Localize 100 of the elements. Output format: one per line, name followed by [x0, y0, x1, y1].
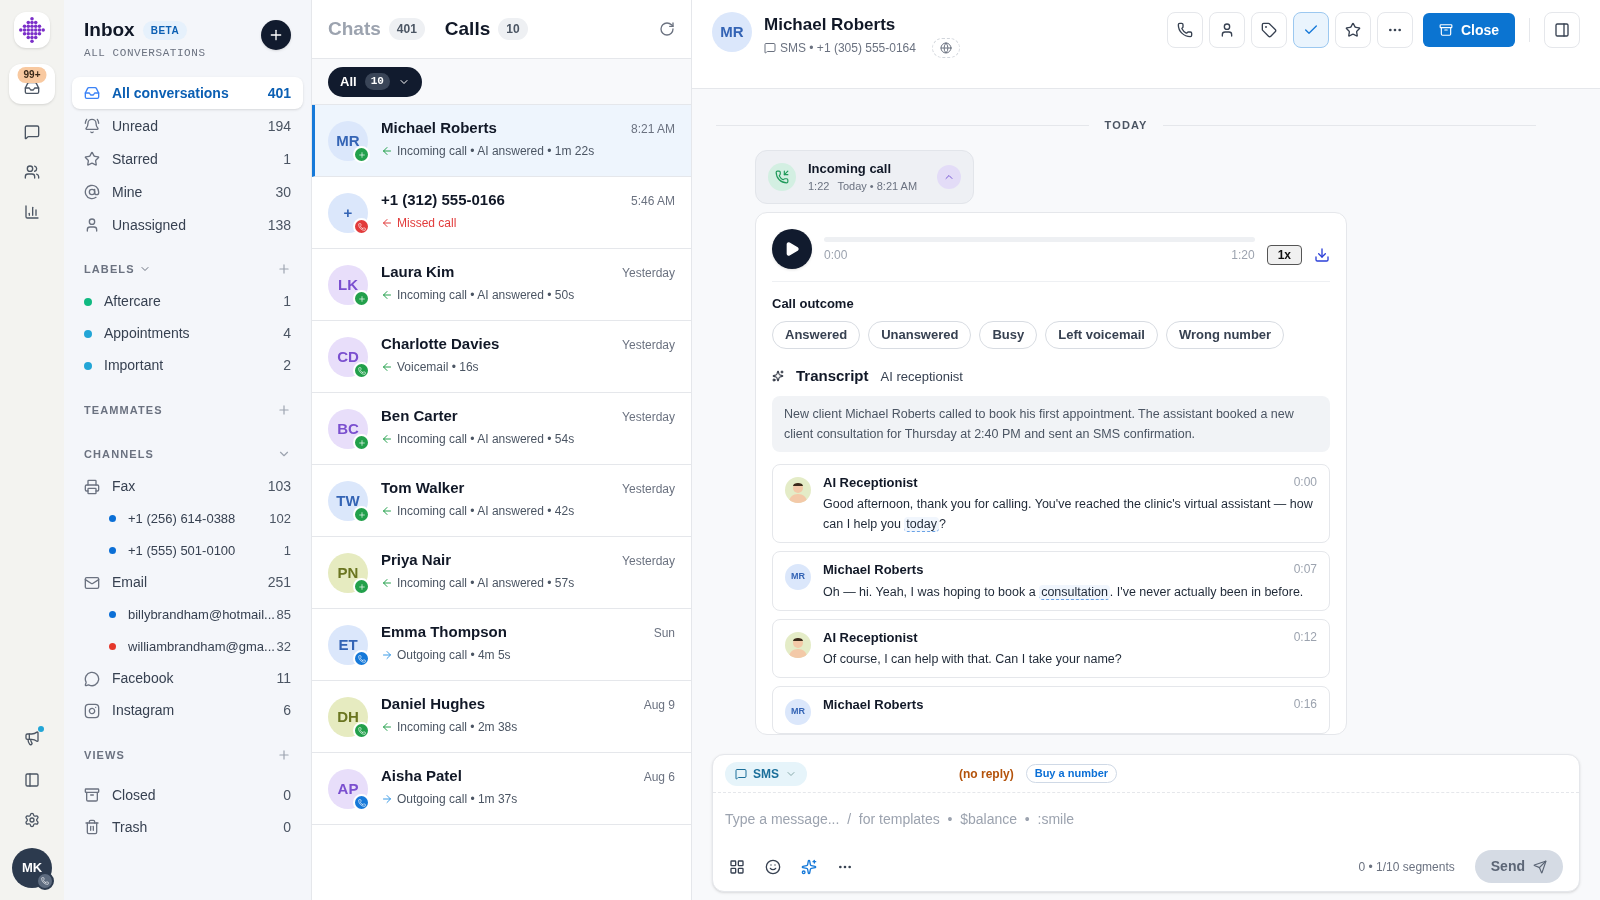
chat-icon[interactable]	[24, 124, 40, 140]
call-summary-text: New client Michael Roberts called to book his first appointment. The assistant booked a new client consultation for Thursday at 2:40 PM and sent an SMS confirmation.	[772, 395, 1330, 452]
send-button[interactable]: Send	[1474, 850, 1563, 883]
call-summary: Outgoing call • 1m 37s	[397, 790, 518, 808]
refresh-icon[interactable]	[659, 21, 675, 37]
channel-item[interactable]: Facebook 11	[72, 662, 303, 695]
call-date: Today • 8:21 AM	[837, 179, 918, 194]
beta-badge: BETA	[142, 20, 188, 40]
inbox-icon	[84, 85, 100, 101]
user-icon	[84, 217, 100, 233]
emoji-icon[interactable]	[765, 858, 781, 875]
channel-dropdown[interactable]: SMS	[725, 761, 807, 786]
sidebar-toggle-icon[interactable]	[24, 772, 40, 788]
phone-icon	[357, 654, 366, 663]
message-composer[interactable]: SMS (no reply) Buy a number Type a message... / for templates • $balance • :smile 0 • 1/10 segments Send	[712, 754, 1580, 892]
assistant-avatar	[785, 631, 811, 658]
contact-avatar: PN	[328, 553, 368, 593]
view-item[interactable]: Trash 0	[72, 811, 303, 843]
elapsed-time: 0:00	[824, 246, 848, 264]
phone-icon	[357, 798, 366, 807]
new-conversation-button[interactable]	[261, 20, 291, 50]
filter-dropdown[interactable]: All 10	[328, 66, 422, 97]
templates-icon[interactable]	[729, 858, 745, 875]
channel-account-item[interactable]: +1 (256) 614-0388 102	[72, 502, 303, 535]
contact-name: Emma Thompson	[381, 622, 507, 642]
call-summary: Missed call	[397, 214, 457, 232]
call-time: Aug 6	[643, 769, 675, 786]
contact-channel: SMS • +1 (305) 555-0164	[780, 39, 916, 57]
contact-name: Priya Nair	[381, 550, 452, 570]
call-summary: Voicemail • 16s	[397, 358, 479, 376]
contacts-icon[interactable]	[24, 164, 40, 180]
contact-avatar: CD	[328, 337, 368, 377]
incoming-arrow-icon	[381, 576, 393, 589]
messenger-icon	[84, 670, 100, 687]
nav-item[interactable]: Mine 30	[72, 176, 303, 208]
phone-icon	[357, 222, 366, 231]
contact-name: Laura Kim	[381, 262, 455, 282]
inbox-icon	[24, 80, 40, 96]
phone-icon	[1176, 22, 1193, 38]
list-tab[interactable]: Calls 10	[444, 14, 528, 44]
speaker-name: Michael Roberts	[823, 561, 924, 579]
unread-badge: 99+	[17, 67, 47, 83]
label-item[interactable]: Appointments 4	[72, 317, 303, 350]
list-tab[interactable]: Chats 401	[328, 14, 425, 44]
incoming-arrow-icon	[381, 432, 393, 445]
section-heading: TEAMMATES	[84, 402, 163, 418]
user-avatar[interactable]: MK	[12, 848, 52, 888]
plus-icon	[357, 582, 366, 591]
incoming-arrow-icon	[381, 720, 393, 733]
caller-avatar: MR	[785, 564, 811, 590]
contact-name: +1 (312) 555-0166	[381, 190, 505, 210]
transcript-source: AI receptionist	[880, 367, 963, 386]
contact-name: Michael Roberts	[764, 14, 897, 36]
call-summary: Incoming call • AI answered • 1m 22s	[397, 142, 595, 160]
nav-item[interactable]: Unread 194	[72, 110, 303, 142]
sidebar-subtitle: ALL CONVERSATIONS	[84, 45, 206, 61]
label-item[interactable]: Aftercare 1	[72, 285, 303, 318]
download-icon[interactable]	[1314, 246, 1330, 263]
phone-icon	[357, 726, 366, 735]
channel-account-item[interactable]: billybrandham@hotmail...85	[72, 598, 303, 631]
call-list-item[interactable]: MR Michael Roberts 8:21 AM Incoming call • AI answered • 1m 22s	[312, 105, 691, 177]
contact-avatar: MR	[712, 12, 752, 52]
chart-icon[interactable]	[24, 204, 40, 220]
message-time: 0:07	[1293, 561, 1317, 578]
archive-icon	[84, 787, 100, 803]
outgoing-arrow-icon	[381, 648, 393, 661]
announcement-button[interactable]	[22, 728, 42, 748]
channel-account-item[interactable]: +1 (555) 501-0100 1	[72, 534, 303, 567]
channel-item[interactable]: Instagram 6	[72, 694, 303, 727]
nav-item[interactable]: All conversations 401	[72, 77, 303, 109]
label-item[interactable]: Important 2	[72, 349, 303, 382]
incoming-arrow-icon	[381, 504, 393, 517]
call-duration: 1:22	[808, 179, 830, 194]
assistant-avatar	[785, 476, 811, 503]
channel-item[interactable]: Fax 103	[72, 470, 303, 503]
section-heading: LABELS	[84, 262, 135, 277]
nav-item[interactable]: Starred 1	[72, 143, 303, 175]
section-title: Call outcome	[772, 294, 855, 313]
close-button[interactable]: Close	[1422, 13, 1515, 47]
send-icon	[1533, 859, 1547, 874]
message-time: 0:00	[1293, 473, 1317, 491]
ai-assist-icon[interactable]	[801, 858, 817, 875]
inbox-rail-button[interactable]: 99+	[9, 64, 55, 104]
speed-button[interactable]: 1x	[1266, 244, 1302, 265]
message-input[interactable]: Type a message... / for templates • $balance • :smile	[713, 793, 1579, 838]
call-summary: Incoming call • AI answered • 50s	[397, 286, 575, 304]
play-button[interactable]	[772, 228, 812, 269]
contact-name: Ben Carter	[381, 406, 458, 426]
nav-item[interactable]: Unassigned 138	[72, 209, 303, 241]
call-time: Yesterday	[622, 265, 675, 282]
sms-icon	[735, 767, 747, 780]
plus-icon	[357, 438, 366, 447]
channel-item[interactable]: Email 251	[72, 566, 303, 599]
speaker-name: AI Receptionist	[823, 473, 918, 492]
play-icon	[784, 240, 800, 257]
view-item[interactable]: Closed 0	[72, 779, 303, 811]
app-logo[interactable]	[14, 12, 50, 48]
panel-toggle-button[interactable]	[1544, 12, 1580, 48]
channel-account-item[interactable]: williambrandham@gma...32	[72, 630, 303, 663]
settings-icon[interactable]	[24, 812, 40, 828]
